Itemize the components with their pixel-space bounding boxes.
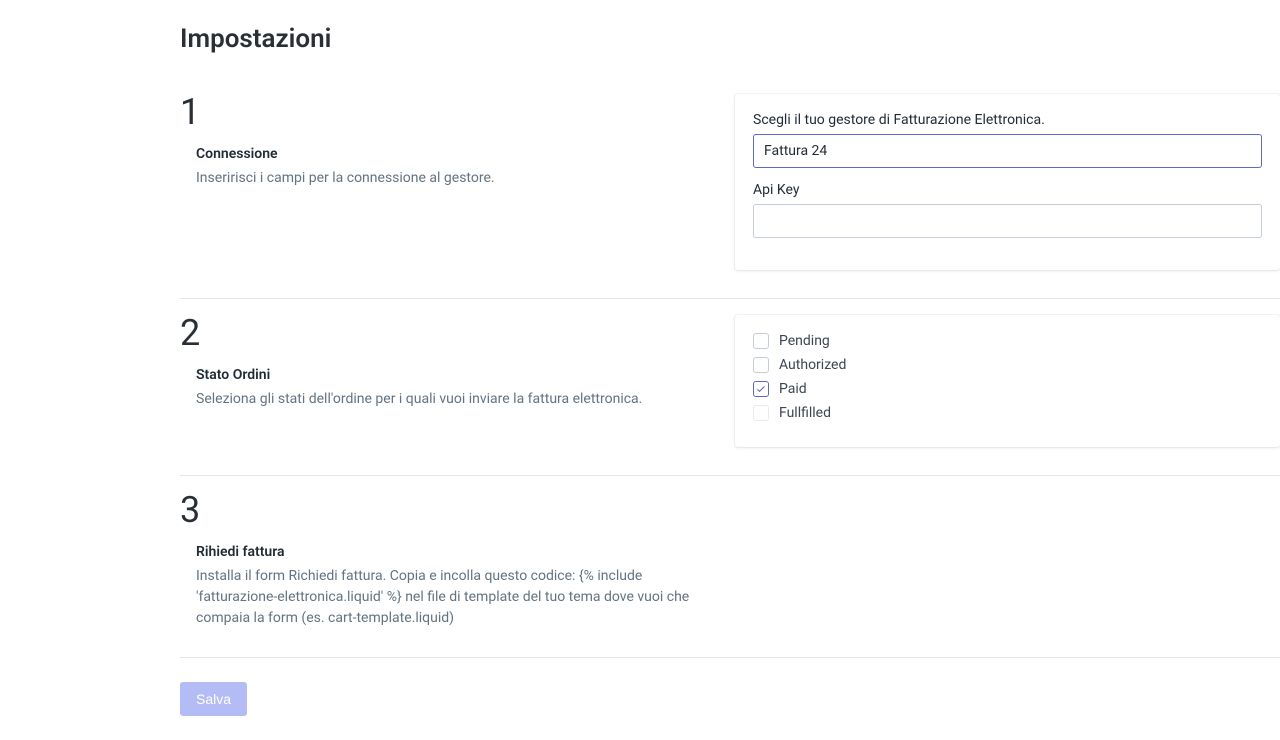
section-number-2: 2 [180, 315, 735, 351]
section-number-3: 3 [180, 492, 735, 528]
check-icon [755, 383, 767, 395]
section-order-status: 2 Stato Ordini Seleziona gli stati dell'… [180, 299, 1280, 476]
order-status-card: Pending Authorized Paid Fullfilled [735, 315, 1280, 447]
status-label-authorized: Authorized [779, 357, 846, 373]
apikey-input[interactable] [753, 204, 1262, 238]
section-desc-connection: Inseririsci i campi per la connessione a… [196, 168, 696, 189]
section-desc-request-invoice: Installa il form Richiedi fattura. Copia… [196, 566, 696, 629]
connection-card: Scegli il tuo gestore di Fatturazione El… [735, 94, 1280, 270]
section-heading-connection: Connessione [196, 146, 735, 162]
provider-select[interactable]: Fattura 24 [753, 134, 1262, 168]
section-number-1: 1 [180, 94, 735, 130]
section-connection: 1 Connessione Inseririsci i campi per la… [180, 78, 1280, 299]
checkbox-paid[interactable] [753, 381, 769, 397]
status-row-fulfilled: Fullfilled [753, 405, 1262, 421]
status-label-fulfilled: Fullfilled [779, 405, 831, 421]
section-desc-order-status: Seleziona gli stati dell'ordine per i qu… [196, 389, 696, 410]
status-label-pending: Pending [779, 333, 830, 349]
checkbox-authorized[interactable] [753, 357, 769, 373]
status-row-paid[interactable]: Paid [753, 381, 1262, 397]
apikey-label: Api Key [753, 182, 1262, 198]
page-title: Impostazioni [180, 24, 1280, 54]
section-request-invoice: 3 Rihiedi fattura Installa il form Richi… [180, 476, 1280, 658]
status-row-pending[interactable]: Pending [753, 333, 1262, 349]
save-button[interactable]: Salva [180, 682, 247, 716]
checkbox-fulfilled [753, 405, 769, 421]
checkbox-pending[interactable] [753, 333, 769, 349]
provider-label: Scegli il tuo gestore di Fatturazione El… [753, 112, 1262, 128]
status-row-authorized[interactable]: Authorized [753, 357, 1262, 373]
section-heading-request-invoice: Rihiedi fattura [196, 544, 735, 560]
section-heading-order-status: Stato Ordini [196, 367, 735, 383]
status-label-paid: Paid [779, 381, 807, 397]
